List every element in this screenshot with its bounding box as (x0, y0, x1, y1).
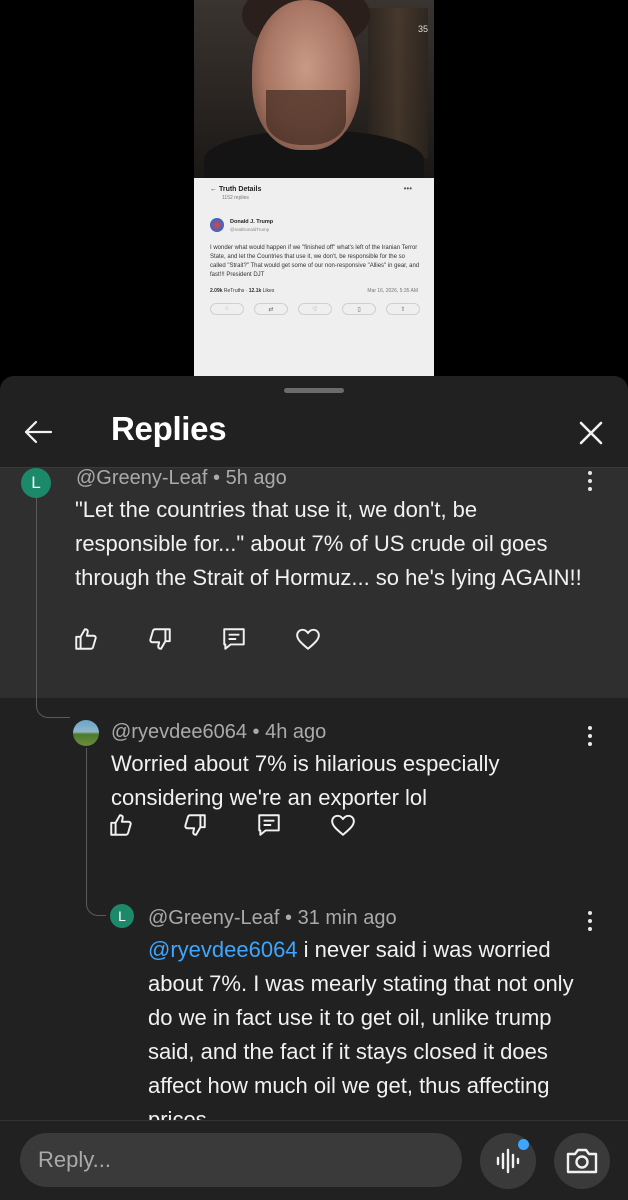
thumbs-up-icon (75, 628, 97, 650)
comment-icon (223, 628, 245, 650)
comment-author[interactable]: @Greeny-Leaf (148, 907, 279, 929)
comment-actions (70, 623, 366, 655)
replies-sheet: Replies L @Greeny-Leaf • 5h ago "Let the… (0, 376, 628, 1200)
dislike-button[interactable] (144, 623, 176, 655)
dislike-button[interactable] (179, 809, 211, 841)
audio-wave-icon (496, 1148, 520, 1174)
comment-text: @ryevdee6064 i never said i was worried … (148, 937, 574, 1120)
comment-time: 5h ago (225, 468, 287, 489)
replies-list[interactable]: L @Greeny-Leaf • 5h ago "Let the countri… (0, 468, 628, 1120)
avatar[interactable] (73, 720, 99, 746)
notification-dot (518, 1139, 529, 1150)
post-avatar (210, 218, 224, 232)
comment-meta: @Greeny-Leaf • 31 min ago (148, 907, 397, 929)
reply-button[interactable] (253, 809, 285, 841)
thread-line (86, 748, 106, 916)
video-player[interactable]: 35 ← Truth Details 1152 replies ••• Dona… (0, 0, 628, 380)
post-text: I wonder what would happen if we "finish… (210, 245, 420, 278)
post-retruth-icon: ⇄ (254, 303, 288, 315)
more-options-icon[interactable] (582, 906, 598, 936)
post-handle: @realDonaldTrump (230, 227, 270, 232)
video-frame: 35 ← Truth Details 1152 replies ••• Dona… (194, 0, 434, 376)
post-author: Donald J. Trump (230, 219, 274, 225)
post-stats: 2.09k ReTruths · 12.1k Likes (210, 288, 275, 294)
clock-text: 35 (417, 24, 428, 34)
comment-time: 4h ago (265, 721, 327, 743)
comment-text: "Let the countries that use it, we don't… (75, 497, 582, 590)
post-date: Mar 16, 2026, 5:35 AM (367, 288, 418, 294)
heart-button[interactable] (327, 809, 359, 841)
comment-author[interactable]: @Greeny-Leaf (76, 468, 207, 489)
drag-handle[interactable] (284, 388, 344, 393)
thread-line (36, 492, 70, 718)
thumbs-down-icon (149, 628, 171, 650)
mention-link[interactable]: @ryevdee6064 (148, 937, 298, 962)
close-button[interactable] (572, 414, 610, 452)
like-button[interactable] (105, 809, 137, 841)
comment-actions (105, 809, 401, 841)
post-like-icon: ♡ (298, 303, 332, 315)
arrow-left-icon (24, 420, 53, 444)
comment-meta: @Greeny-Leaf • 5h ago (76, 468, 287, 489)
post-reply-count: 1152 replies (222, 195, 249, 201)
heart-icon (331, 814, 355, 836)
back-button[interactable] (20, 414, 56, 450)
post-bookmark-icon: ▯ (342, 303, 376, 315)
comment-text: Worried about 7% is hilarious especially… (111, 751, 500, 810)
post-reply-icon: ◌ (210, 303, 244, 315)
reply-bar (0, 1120, 628, 1200)
post-more-icon: ••• (403, 184, 412, 193)
embedded-post: ← Truth Details 1152 replies ••• Donald … (194, 178, 434, 376)
comment-time: 31 min ago (297, 907, 397, 929)
thumbs-up-icon (110, 814, 132, 836)
thumbs-down-icon (184, 814, 206, 836)
avatar[interactable]: L (110, 904, 134, 928)
reply-input[interactable] (20, 1133, 462, 1187)
heart-icon (296, 628, 320, 650)
like-button[interactable] (70, 623, 102, 655)
webcam-feed: 35 (194, 0, 434, 190)
post-share-icon: ⇧ (386, 303, 420, 315)
sheet-title: Replies (111, 410, 227, 447)
comment-meta: @ryevdee6064 • 4h ago (111, 721, 327, 743)
comment-author[interactable]: @ryevdee6064 (111, 721, 247, 743)
comment-icon (258, 814, 280, 836)
more-options-icon[interactable] (582, 468, 598, 496)
reply-button[interactable] (218, 623, 250, 655)
close-icon (579, 421, 603, 445)
more-options-icon[interactable] (582, 721, 598, 751)
camera-button[interactable] (554, 1133, 610, 1189)
post-header: ← Truth Details (210, 186, 262, 193)
heart-button[interactable] (292, 623, 324, 655)
avatar[interactable]: L (21, 468, 51, 498)
voice-reply-button[interactable] (480, 1133, 536, 1189)
camera-icon (566, 1148, 598, 1174)
post-actions: ◌ ⇄ ♡ ▯ ⇧ (210, 303, 420, 315)
